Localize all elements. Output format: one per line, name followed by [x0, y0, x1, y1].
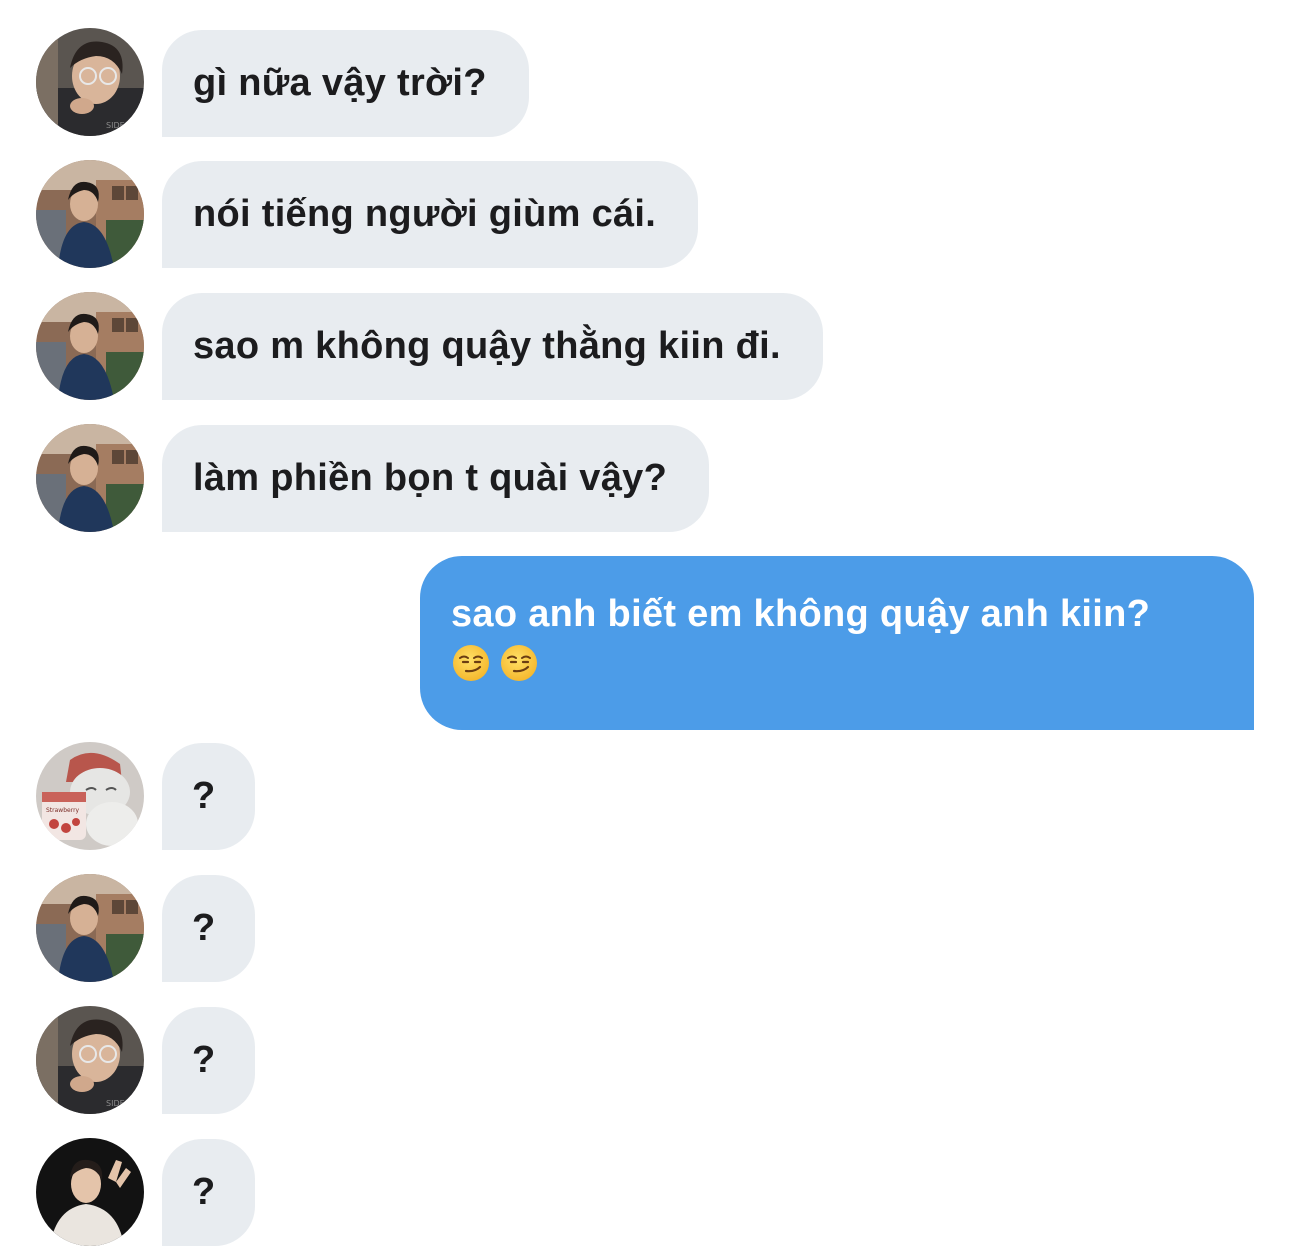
avatar-glasses-boy-icon[interactable]: [36, 28, 144, 136]
message-text: sao anh biết em không quậy anh kiin?: [451, 593, 1151, 635]
emoji-row: [451, 643, 1224, 683]
incoming-message-bubble[interactable]: nói tiếng người giùm cái.: [162, 161, 699, 268]
incoming-message-bubble[interactable]: sao m không quậy thằng kiin đi.: [162, 293, 823, 400]
avatar-bear-icecream-icon[interactable]: [36, 742, 144, 850]
message-text: sao m không quậy thằng kiin đi.: [193, 325, 781, 367]
avatar-street-boy-icon[interactable]: [36, 160, 144, 268]
avatar-dark-boy-icon[interactable]: [36, 1138, 144, 1246]
message-text: làm phiền bọn t quài vậy?: [193, 457, 668, 499]
incoming-message-bubble[interactable]: gì nữa vậy trời?: [162, 30, 529, 137]
message-text: ?: [192, 907, 216, 949]
smirk-emoji-icon: [451, 643, 491, 683]
avatar-street-boy-icon[interactable]: [36, 424, 144, 532]
outgoing-message-bubble[interactable]: sao anh biết em không quậy anh kiin?: [420, 556, 1254, 730]
message-text: nói tiếng người giùm cái.: [193, 193, 657, 235]
incoming-message-bubble[interactable]: ?: [162, 1139, 255, 1246]
incoming-message-bubble[interactable]: ?: [162, 743, 255, 850]
smirk-emoji-icon: [499, 643, 539, 683]
avatar-glasses-boy-icon[interactable]: [36, 1006, 144, 1114]
message-thread: gì nữa vậy trời? nói tiếng người giùm cá…: [0, 0, 1290, 1258]
message-text: ?: [192, 1171, 216, 1213]
message-text: ?: [192, 1039, 216, 1081]
message-text: gì nữa vậy trời?: [193, 62, 487, 104]
message-text: ?: [192, 775, 216, 817]
incoming-message-bubble[interactable]: ?: [162, 875, 255, 982]
incoming-message-bubble[interactable]: ?: [162, 1007, 255, 1114]
incoming-message-bubble[interactable]: làm phiền bọn t quài vậy?: [162, 425, 710, 532]
avatar-street-boy-icon[interactable]: [36, 292, 144, 400]
avatar-street-boy-icon[interactable]: [36, 874, 144, 982]
